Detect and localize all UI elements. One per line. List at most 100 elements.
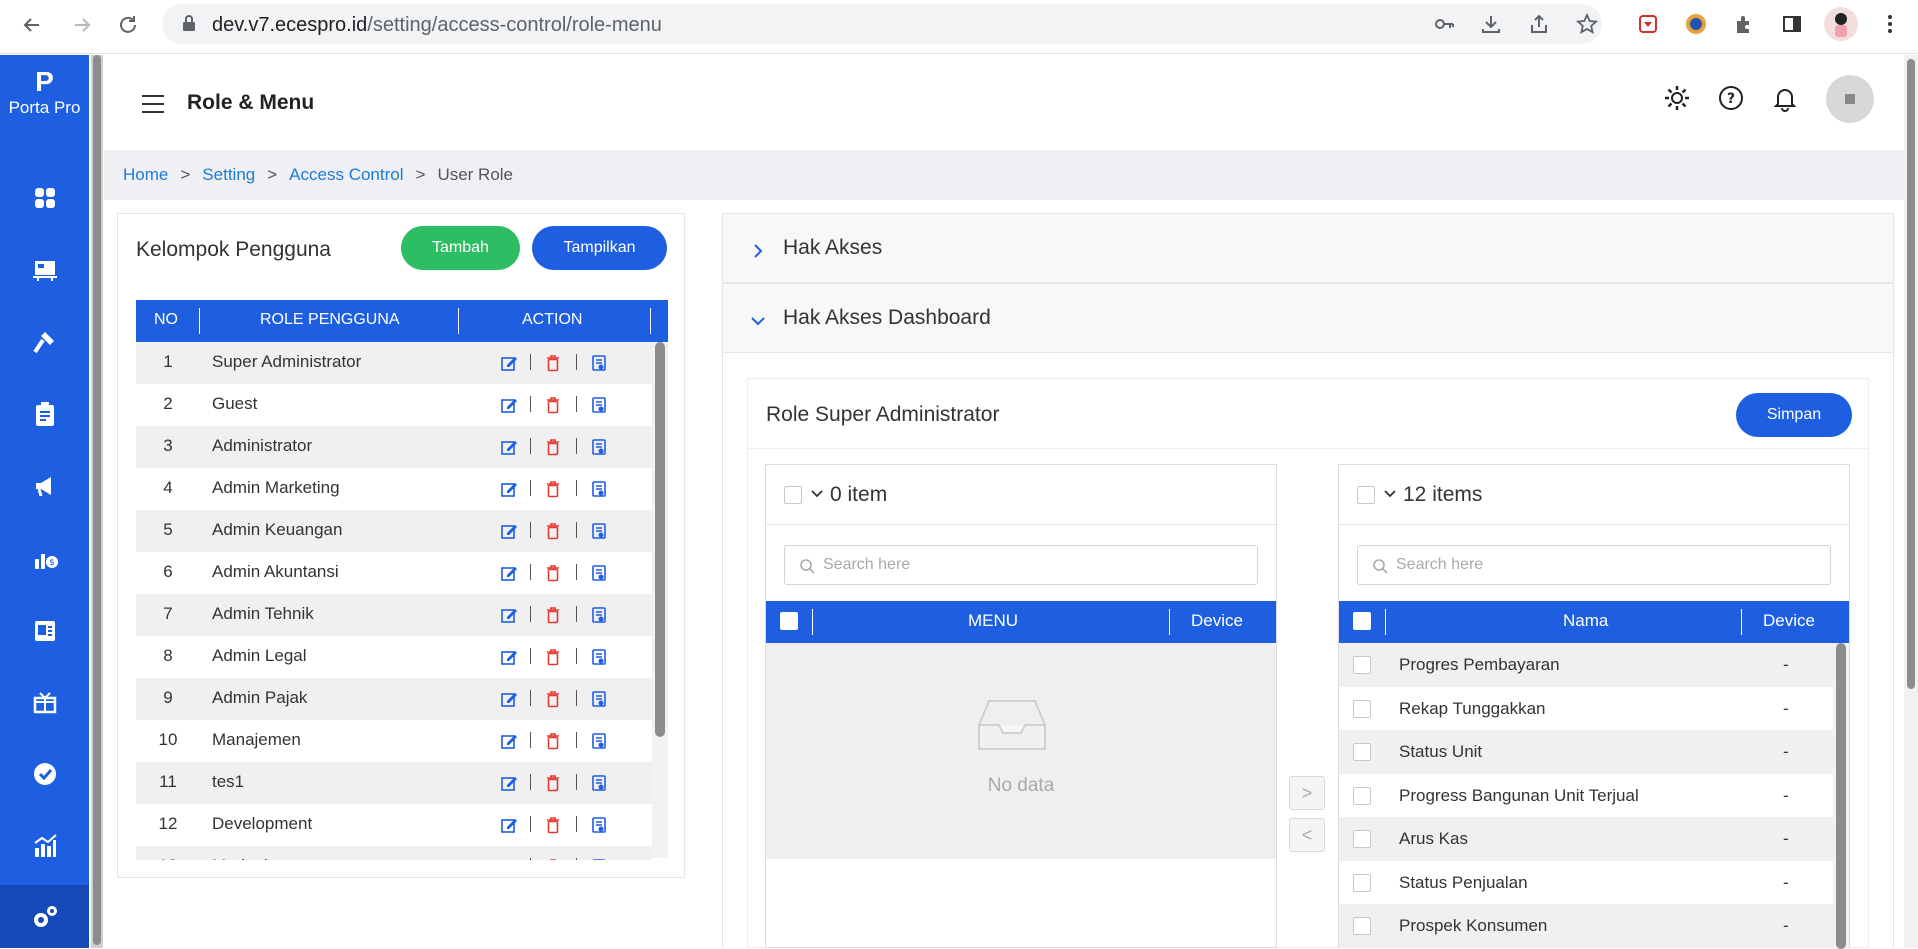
brand-logo[interactable]: P Porta Pro [0, 68, 89, 118]
delete-icon[interactable] [544, 438, 562, 456]
assign-menu-icon[interactable] [590, 564, 608, 582]
reload-icon[interactable] [112, 9, 144, 41]
bell-icon[interactable] [1770, 83, 1800, 113]
item-checkbox[interactable] [1353, 830, 1371, 848]
assign-menu-icon[interactable] [590, 522, 608, 540]
edit-icon[interactable] [500, 648, 518, 666]
target-table-scrollbar-thumb[interactable] [1836, 643, 1846, 949]
assign-menu-icon[interactable] [590, 606, 608, 624]
hamburger-menu-icon[interactable] [142, 95, 164, 113]
delete-icon[interactable] [544, 396, 562, 414]
delete-icon[interactable] [544, 606, 562, 624]
table-row[interactable]: 8 Admin Legal [136, 636, 652, 678]
target-header-checkbox[interactable] [1353, 612, 1371, 630]
accordion-hak-akses[interactable]: Hak Akses [722, 213, 1894, 283]
delete-icon[interactable] [544, 354, 562, 372]
gear-icon[interactable] [1662, 83, 1692, 113]
table-row[interactable]: 1 Super Administrator [136, 342, 652, 384]
edit-icon[interactable] [500, 480, 518, 498]
megaphone-icon[interactable] [28, 469, 62, 503]
help-icon[interactable]: ? [1716, 83, 1746, 113]
assign-menu-icon[interactable] [590, 354, 608, 372]
item-checkbox[interactable] [1353, 917, 1371, 935]
table-row[interactable]: 5 Admin Keuangan [136, 510, 652, 552]
page-scrollbar-thumb[interactable] [1907, 59, 1915, 689]
add-role-button[interactable]: Tambah [401, 226, 520, 270]
assign-menu-icon[interactable] [590, 690, 608, 708]
breadcrumb-home[interactable]: Home [123, 165, 168, 184]
sidepanel-icon[interactable] [1778, 10, 1806, 38]
menu-dots-icon[interactable] [1876, 10, 1904, 38]
assign-menu-icon[interactable] [590, 648, 608, 666]
delete-icon[interactable] [544, 858, 562, 860]
nav-scrollbar-thumb[interactable] [93, 55, 101, 945]
edit-icon[interactable] [500, 396, 518, 414]
delete-icon[interactable] [544, 732, 562, 750]
assign-menu-icon[interactable] [590, 816, 608, 834]
table-row[interactable]: 6 Admin Akuntansi [136, 552, 652, 594]
target-table-scrollbar[interactable] [1833, 643, 1849, 949]
save-button[interactable]: Simpan [1736, 393, 1852, 437]
edit-icon[interactable] [500, 858, 518, 860]
assign-menu-icon[interactable] [590, 480, 608, 498]
edit-icon[interactable] [500, 564, 518, 582]
table-row[interactable]: 10 Manajemen [136, 720, 652, 762]
list-item[interactable]: Progres Pembayaran - [1339, 643, 1833, 687]
dashboard-icon[interactable] [28, 181, 62, 215]
delete-icon[interactable] [544, 690, 562, 708]
forward-arrow-icon[interactable] [66, 9, 98, 41]
key-icon[interactable] [1430, 10, 1458, 38]
extension-globe-icon[interactable] [1682, 10, 1710, 38]
edit-icon[interactable] [500, 438, 518, 456]
breadcrumb-access-control[interactable]: Access Control [289, 165, 403, 184]
delete-icon[interactable] [544, 648, 562, 666]
install-icon[interactable] [1477, 10, 1505, 38]
target-search-input[interactable]: Search here [1357, 545, 1831, 585]
breadcrumb-setting[interactable]: Setting [202, 165, 255, 184]
table-row[interactable]: 2 Guest [136, 384, 652, 426]
role-table-scrollbar-thumb[interactable] [655, 342, 665, 737]
edit-icon[interactable] [500, 354, 518, 372]
user-avatar[interactable] [1826, 75, 1874, 123]
assign-menu-icon[interactable] [590, 732, 608, 750]
list-item[interactable]: Status Unit - [1339, 730, 1833, 774]
share-icon[interactable] [1525, 10, 1553, 38]
assign-menu-icon[interactable] [590, 858, 608, 860]
edit-icon[interactable] [500, 816, 518, 834]
list-item[interactable]: Status Penjualan - [1339, 861, 1833, 905]
edit-icon[interactable] [500, 774, 518, 792]
item-checkbox[interactable] [1353, 656, 1371, 674]
chevron-down-icon[interactable] [1383, 487, 1397, 501]
list-item[interactable]: Progress Bangunan Unit Terjual - [1339, 774, 1833, 818]
delete-icon[interactable] [544, 522, 562, 540]
assign-menu-icon[interactable] [590, 774, 608, 792]
delete-icon[interactable] [544, 816, 562, 834]
move-left-button[interactable]: < [1289, 818, 1325, 852]
assign-menu-icon[interactable] [590, 438, 608, 456]
chevron-down-icon[interactable] [810, 487, 824, 501]
property-icon[interactable] [28, 253, 62, 287]
puzzle-icon[interactable] [1730, 10, 1758, 38]
show-roles-button[interactable]: Tampilkan [532, 226, 667, 270]
clipboard-icon[interactable] [28, 397, 62, 431]
item-checkbox[interactable] [1353, 699, 1371, 718]
table-row[interactable]: 3 Administrator [136, 426, 652, 468]
role-table-scrollbar[interactable] [652, 342, 668, 858]
finance-chart-icon[interactable]: $ [28, 541, 62, 575]
list-item[interactable]: Prospek Konsumen - [1339, 904, 1833, 948]
nav-scrollbar[interactable] [91, 55, 103, 948]
address-bar[interactable]: dev.v7.ecespro.id/setting/access-control… [162, 4, 1602, 44]
extension-shield-icon[interactable] [1634, 10, 1662, 38]
delete-icon[interactable] [544, 564, 562, 582]
gift-icon[interactable] [28, 685, 62, 719]
settings-gears-icon[interactable] [28, 900, 62, 934]
list-item[interactable]: Rekap Tunggakkan - [1339, 687, 1833, 731]
table-row[interactable]: 7 Admin Tehnik [136, 594, 652, 636]
edit-icon[interactable] [500, 690, 518, 708]
delete-icon[interactable] [544, 774, 562, 792]
table-row[interactable]: 9 Admin Pajak [136, 678, 652, 720]
list-item[interactable]: Arus Kas - [1339, 817, 1833, 861]
table-row[interactable]: 4 Admin Marketing [136, 468, 652, 510]
table-row[interactable]: 13 Marketing [136, 846, 652, 860]
item-checkbox[interactable] [1353, 786, 1371, 805]
